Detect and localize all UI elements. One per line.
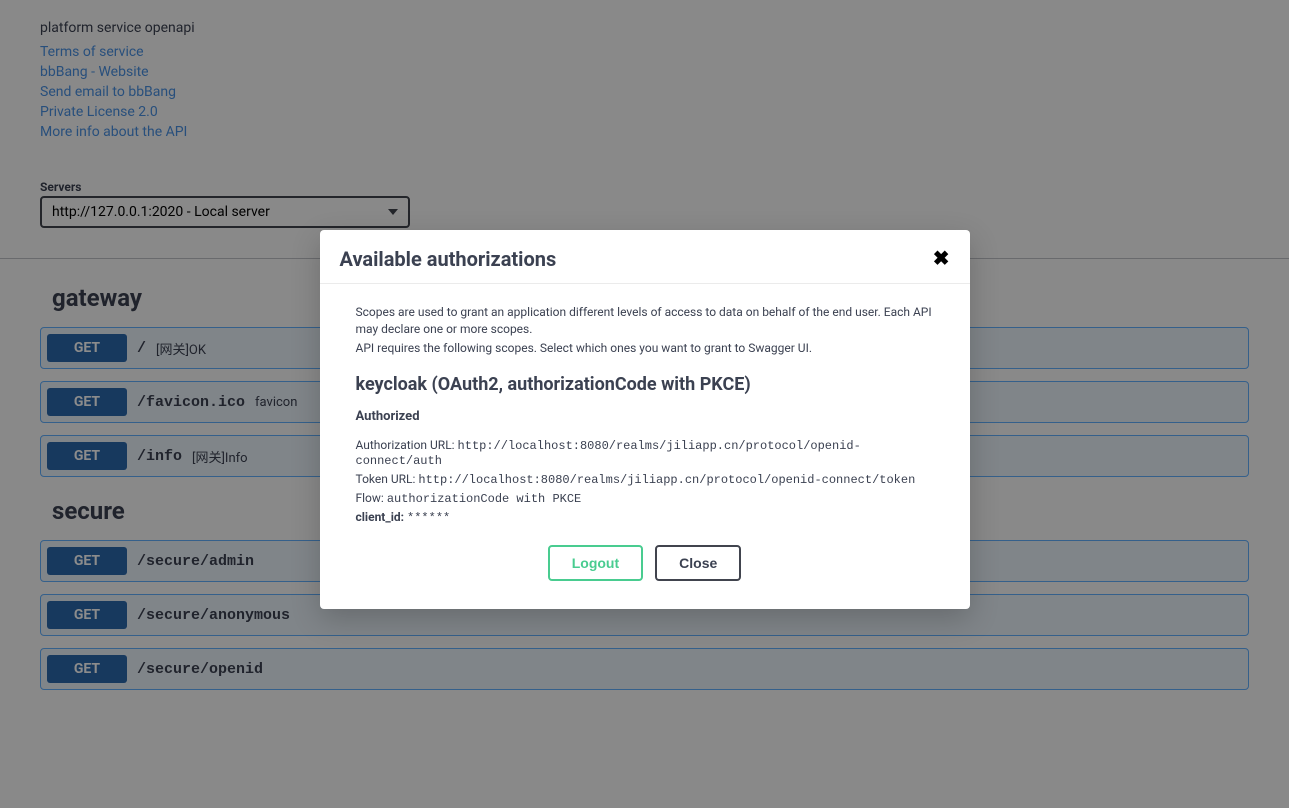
client-id-row: client_id: ****** [356,510,934,525]
flow-label: Flow: [356,491,384,505]
auth-url-label: Authorization URL: [356,438,455,452]
modal-title: Available authorizations [340,247,557,271]
scope-text-2: API requires the following scopes. Selec… [356,340,934,357]
flow-value: authorizationCode with PKCE [387,492,581,506]
token-url-value: http://localhost:8080/realms/jiliapp.cn/… [418,473,915,487]
flow-row: Flow: authorizationCode with PKCE [356,491,934,506]
modal-header: Available authorizations ✖ [320,230,970,284]
token-url-label: Token URL: [356,472,416,486]
close-button[interactable]: Close [655,545,741,581]
token-url-row: Token URL: http://localhost:8080/realms/… [356,472,934,487]
authorized-label: Authorized [356,409,934,424]
client-id-label: client_id: [356,510,405,524]
logout-button[interactable]: Logout [548,545,643,581]
close-icon[interactable]: ✖ [933,246,950,271]
modal-body: Scopes are used to grant an application … [320,284,970,609]
modal-actions: Logout Close [356,545,934,581]
scope-text-1: Scopes are used to grant an application … [356,304,934,338]
auth-scheme-title: keycloak (OAuth2, authorizationCode with… [356,374,934,395]
auth-url-row: Authorization URL: http://localhost:8080… [356,438,934,468]
auth-modal: Available authorizations ✖ Scopes are us… [320,230,970,609]
client-id-value: ****** [407,511,450,525]
